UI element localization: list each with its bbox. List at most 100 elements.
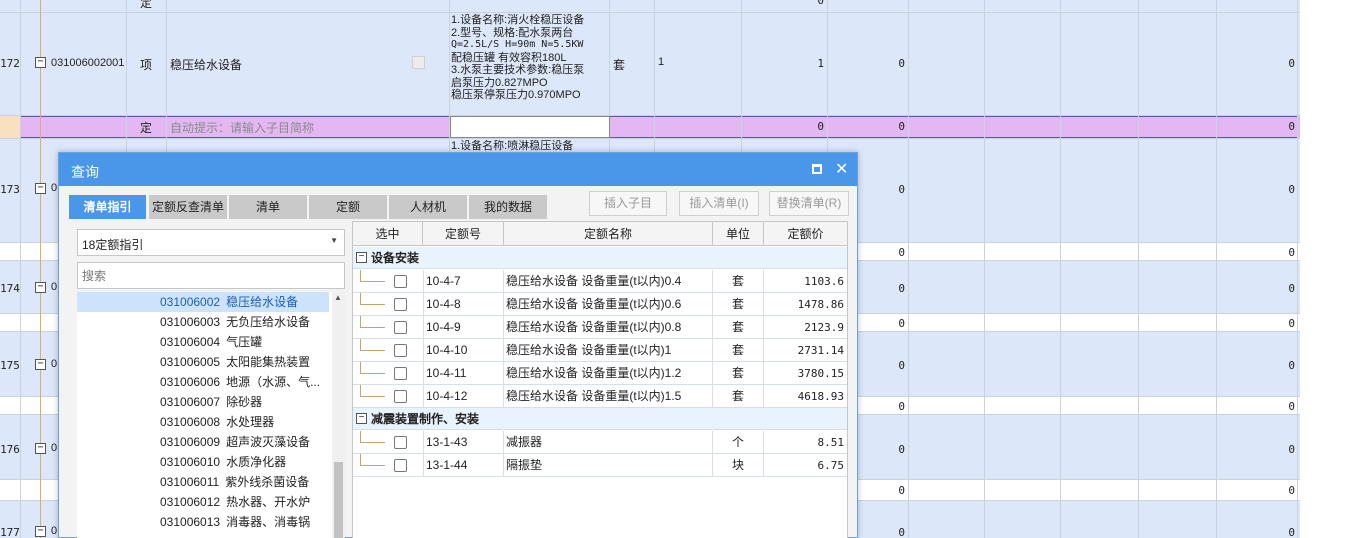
sub-item-total: 0: [1288, 120, 1295, 133]
collapse-icon[interactable]: −: [356, 413, 367, 424]
item-description: 1.设备名称:消火栓稳压设备 2.型号、规格:配水泵两台 Q=2.5L/S H=…: [451, 14, 585, 101]
row-checkbox[interactable]: [394, 321, 407, 334]
quota-unit: 个: [713, 431, 764, 454]
quota-name: 减振器: [504, 431, 713, 454]
query-dialog: 查询 ✕ 清单指引 定额反查清单 清单 定额 人材机 我的数据 插入子目 插入清…: [58, 152, 858, 538]
item-type: 项: [140, 58, 153, 72]
table-row[interactable]: 10-4-8 稳压给水设备 设备重量(t以内)0.6 套 1478.86: [353, 293, 847, 316]
row-checkbox[interactable]: [394, 275, 407, 288]
tree-connector: [360, 431, 385, 443]
collapse-icon[interactable]: −: [35, 526, 46, 537]
collapse-icon[interactable]: −: [35, 359, 46, 370]
item-price: 0: [898, 526, 905, 538]
collapse-icon[interactable]: −: [35, 282, 46, 293]
collapse-icon[interactable]: −: [35, 57, 46, 68]
column-header-unit[interactable]: 单位: [713, 222, 764, 246]
quota-code: 13-1-43: [423, 431, 504, 454]
sub-item-hint[interactable]: 自动提示：请输入子目简称: [170, 119, 314, 136]
list-item[interactable]: 031006007 除砂器: [77, 392, 329, 412]
tree-connector: [360, 454, 385, 466]
dialog-titlebar[interactable]: 查询 ✕: [59, 153, 857, 186]
collapse-icon[interactable]: −: [356, 252, 367, 263]
table-row[interactable]: 10-4-9 稳压给水设备 设备重量(t以内)0.8 套 2123.9: [353, 316, 847, 339]
table-row[interactable]: 10-4-7 稳压给水设备 设备重量(t以内)0.4 套 1103.6: [353, 270, 847, 293]
row-number: 172: [0, 57, 20, 70]
scroll-up-icon[interactable]: ▲: [334, 293, 342, 302]
tab-labor-material-machine[interactable]: 人材机: [389, 195, 467, 219]
quota-price: 8.51: [817, 436, 845, 449]
list-item[interactable]: 031006013 消毒器、消毒锅: [77, 512, 329, 532]
column-header-price[interactable]: 定额价: [764, 222, 847, 246]
quota-code: 10-4-9: [423, 316, 504, 339]
quota-code: 10-4-7: [423, 270, 504, 293]
guide-select-value: 18定额指引: [82, 238, 144, 252]
item-price: 0: [898, 183, 905, 196]
tab-quota[interactable]: 定额: [309, 195, 387, 219]
column-header-select[interactable]: 选中: [353, 222, 423, 246]
tab-list-guide[interactable]: 清单指引: [69, 195, 146, 219]
row-checkbox[interactable]: [394, 344, 407, 357]
table-row[interactable]: 10-4-11 稳压给水设备 设备重量(t以内)1.2 套 3780.15: [353, 362, 847, 385]
column-header-code[interactable]: 定额号: [423, 222, 504, 246]
checkbox[interactable]: [412, 56, 425, 69]
scrollbar-thumb[interactable]: [334, 462, 343, 538]
sub-total: 0: [1288, 246, 1295, 259]
sub-item-price: 0: [898, 120, 905, 133]
tab-my-data[interactable]: 我的数据: [469, 195, 547, 219]
item-total: 0: [1288, 443, 1295, 456]
list-item[interactable]: 031006005 太阳能集热装置: [77, 352, 329, 372]
insert-list-button[interactable]: 插入清单(I): [679, 191, 759, 216]
list-item[interactable]: 031006010 水质净化器: [77, 452, 329, 472]
row-checkbox[interactable]: [394, 367, 407, 380]
insert-sub-item-button[interactable]: 插入子目: [589, 191, 667, 216]
close-icon[interactable]: ✕: [835, 159, 848, 179]
table-row[interactable]: 13-1-43 减振器 个 8.51: [353, 431, 847, 454]
collapse-icon[interactable]: −: [35, 183, 46, 194]
table-row[interactable]: 10-4-10 稳压给水设备 设备重量(t以内)1 套 2731.14: [353, 339, 847, 362]
quota-unit: 套: [713, 362, 764, 385]
row-number: 176: [0, 443, 20, 456]
replace-list-button[interactable]: 替换清单(R): [769, 191, 849, 216]
row-checkbox[interactable]: [394, 390, 407, 403]
chevron-down-icon[interactable]: ▼: [330, 236, 338, 245]
quota-price: 2123.9: [804, 321, 844, 334]
list-item[interactable]: 031006004 气压罐: [77, 332, 329, 352]
quota-unit: 套: [713, 385, 764, 408]
quota-price: 2731.14: [797, 344, 844, 357]
table-row[interactable]: 13-1-44 隔振垫 块 6.75: [353, 454, 847, 477]
item-total: 0: [1288, 359, 1295, 372]
list-scrollbar[interactable]: ▲: [332, 292, 345, 538]
list-item[interactable]: 031006012 热水器、开水炉: [77, 492, 329, 512]
maximize-icon[interactable]: [812, 164, 822, 174]
column-header-name[interactable]: 定额名称: [504, 222, 713, 246]
item-total: 0: [1288, 183, 1295, 196]
list-item[interactable]: 031006003 无负压给水设备: [77, 312, 329, 332]
description-input[interactable]: [450, 116, 610, 138]
row-checkbox[interactable]: [394, 436, 407, 449]
group-row[interactable]: − 设备安装: [353, 247, 847, 269]
row-checkbox[interactable]: [394, 298, 407, 311]
item-unit: 套: [613, 58, 626, 72]
tree-connector: [360, 385, 385, 397]
group-row[interactable]: − 减震装置制作、安装: [353, 408, 847, 430]
quota-code: 10-4-11: [423, 362, 504, 385]
table-row[interactable]: 10-4-12 稳压给水设备 设备重量(t以内)1.5 套 4618.93: [353, 385, 847, 408]
item-total: 0: [1288, 526, 1295, 538]
item-price: 0: [898, 282, 905, 295]
row-checkbox[interactable]: [394, 459, 407, 472]
sub-price: 0: [898, 246, 905, 259]
list-item[interactable]: 031006002 稳压给水设备: [77, 292, 329, 312]
tab-list[interactable]: 清单: [229, 195, 307, 219]
quota-price: 3780.15: [797, 367, 844, 380]
list-item[interactable]: 031006008 水处理器: [77, 412, 329, 432]
list-item[interactable]: 031006011 紫外线杀菌设备: [77, 472, 329, 492]
list-item[interactable]: 031006009 超声波灭藻设备: [77, 432, 329, 452]
quota-name: 稳压给水设备 设备重量(t以内)0.4: [504, 270, 713, 293]
collapse-icon[interactable]: −: [35, 443, 46, 454]
tab-quota-reverse[interactable]: 定额反查清单: [149, 195, 227, 219]
quota-name: 稳压给水设备 设备重量(t以内)1.2: [504, 362, 713, 385]
search-input[interactable]: [77, 262, 345, 289]
quota-price: 6.75: [817, 459, 845, 472]
guide-select[interactable]: 18定额指引 ▼: [77, 229, 345, 256]
list-item[interactable]: 031006006 地源（水源、气...: [77, 372, 329, 392]
